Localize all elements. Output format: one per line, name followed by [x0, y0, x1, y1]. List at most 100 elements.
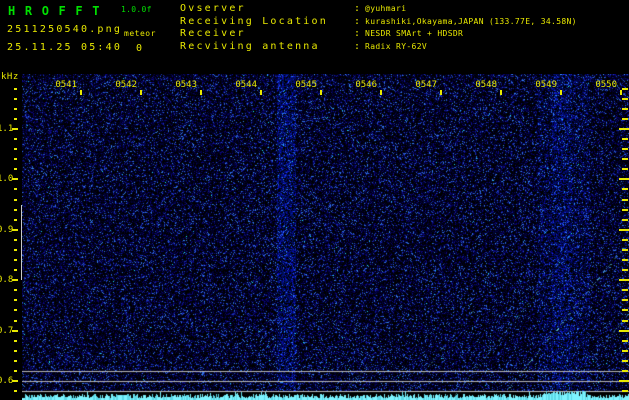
freq-minor-tick [14, 299, 17, 301]
observation-timestamp: 25.11.25 05:40 [7, 42, 123, 53]
time-tick-label: 0541 [55, 80, 77, 90]
freq-minor-tick [14, 108, 17, 110]
station-info-row: Receiver: NESDR SMArt + HDSDR [180, 28, 577, 41]
station-info-value: Radix RY-62V [365, 41, 428, 51]
freq-minor-tick-right [622, 259, 628, 261]
time-tick [560, 90, 562, 95]
time-tick-label: 0543 [175, 80, 197, 90]
station-info-value: kurashiki,Okayama,JAPAN (133.77E, 34.58N… [365, 16, 577, 26]
time-tick-label: 0548 [475, 80, 497, 90]
freq-minor-tick-right [622, 350, 628, 352]
time-tick [440, 90, 442, 95]
freq-minor-tick [14, 340, 17, 342]
freq-tick-label: 0.8 [0, 275, 14, 285]
freq-minor-tick-right [622, 158, 628, 160]
freq-minor-tick [14, 259, 17, 261]
freq-tick-label: 0.6 [0, 376, 14, 386]
freq-major-tick [12, 380, 18, 382]
detection-band-marker-line [21, 205, 22, 280]
spectrogram-canvas [22, 74, 629, 400]
app-title: H R O F F T [8, 4, 101, 18]
station-info-value: NESDR SMArt + HDSDR [365, 29, 464, 38]
freq-minor-tick-right [622, 239, 628, 241]
freq-minor-tick [14, 188, 17, 190]
freq-minor-tick-right [622, 370, 628, 372]
time-tick [200, 90, 202, 95]
station-info-row: Receiving Location: kurashiki,Okayama,JAP… [180, 16, 577, 29]
freq-minor-tick [14, 249, 17, 251]
freq-minor-tick [14, 390, 17, 392]
station-info-row: Recviving antenna: Radix RY-62V [180, 41, 577, 54]
freq-minor-tick [14, 360, 17, 362]
freq-minor-tick [14, 219, 17, 221]
freq-minor-tick-right [622, 309, 628, 311]
freq-minor-tick [14, 209, 17, 211]
station-info-row: Ovserver: @yuhmari [180, 3, 577, 16]
freq-major-tick-right [619, 178, 629, 180]
time-tick [500, 90, 502, 95]
station-info-separator: : [354, 3, 361, 14]
time-tick-label: 0550 [595, 80, 617, 90]
meteor-count-value: 0 [135, 43, 143, 54]
station-info-label: Ovserver [180, 3, 246, 14]
freq-minor-tick [14, 350, 17, 352]
freq-minor-tick [14, 239, 17, 241]
freq-minor-tick [14, 138, 17, 140]
time-tick [380, 90, 382, 95]
freq-minor-tick [14, 199, 17, 201]
freq-major-tick [12, 178, 18, 180]
app-version: 1.0.0f [121, 5, 152, 14]
time-tick-label: 0546 [355, 80, 377, 90]
freq-minor-tick [14, 118, 17, 120]
time-tick [620, 90, 622, 95]
freq-major-tick-right [619, 330, 629, 332]
time-tick-label: 0547 [415, 80, 437, 90]
freq-minor-tick-right [622, 299, 628, 301]
freq-minor-tick-right [622, 199, 628, 201]
freq-minor-tick-right [622, 98, 628, 100]
freq-minor-tick [14, 309, 17, 311]
time-tick-label: 0542 [115, 80, 137, 90]
time-tick [140, 90, 142, 95]
freq-major-tick [12, 229, 18, 231]
freq-minor-tick-right [622, 390, 628, 392]
freq-minor-tick-right [622, 219, 628, 221]
freq-major-tick [12, 330, 18, 332]
freq-tick-label: 1.0 [0, 174, 14, 184]
freq-minor-tick [14, 168, 17, 170]
freq-minor-tick-right [622, 168, 628, 170]
freq-minor-tick-right [622, 188, 628, 190]
station-info-value: @yuhmari [365, 4, 407, 13]
time-tick-label: 0545 [295, 80, 317, 90]
freq-minor-tick-right [622, 138, 628, 140]
freq-minor-tick-right [622, 289, 628, 291]
freq-minor-tick-right [622, 320, 628, 322]
station-info-separator: : [354, 28, 361, 39]
freq-minor-tick [14, 158, 17, 160]
freq-minor-tick [14, 98, 17, 100]
freq-minor-tick [14, 320, 17, 322]
time-tick-label: 0549 [535, 80, 557, 90]
freq-minor-tick-right [622, 360, 628, 362]
time-tick [260, 90, 262, 95]
freq-tick-label: 0.7 [0, 326, 14, 336]
station-info-label: Receiving Location [180, 15, 328, 27]
freq-major-tick-right [619, 380, 629, 382]
meteor-count-label: meteor [124, 29, 156, 38]
station-info-label: Recviving antenna [180, 40, 320, 52]
freq-major-tick [12, 128, 18, 130]
output-filename: 2511250540.png [7, 24, 123, 35]
freq-minor-tick [14, 269, 17, 271]
station-info-separator: : [354, 15, 361, 27]
freq-minor-tick [14, 88, 17, 90]
freq-minor-tick-right [622, 118, 628, 120]
time-tick-label: 0544 [235, 80, 257, 90]
freq-major-tick [12, 279, 18, 281]
station-info-block: Ovserver: @yuhmari Receiving Location: kura… [180, 3, 577, 53]
freq-minor-tick-right [622, 88, 628, 90]
freq-minor-tick-right [622, 269, 628, 271]
freq-minor-tick-right [622, 148, 628, 150]
freq-minor-tick [14, 148, 17, 150]
freq-tick-label: 0.9 [0, 225, 14, 235]
freq-minor-tick-right [622, 209, 628, 211]
